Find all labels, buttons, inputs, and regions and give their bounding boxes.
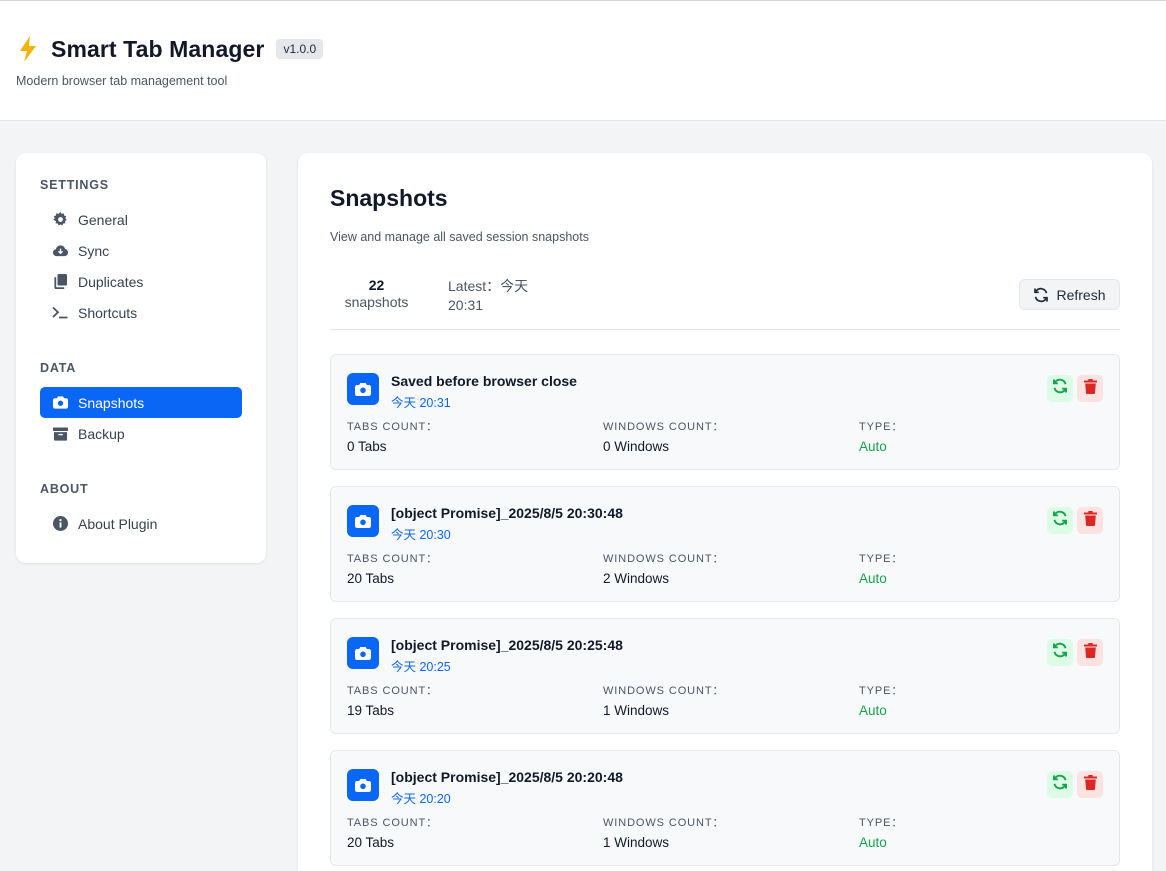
snapshot-type: TYPE： Auto [859, 553, 904, 586]
snapshot-title: [object Promise]_2025/8/5 20:25:48 [391, 637, 623, 653]
windows-count: WINDOWS COUNT： 0 Windows [603, 421, 725, 454]
trash-icon [1083, 642, 1097, 663]
sidebar-item-label: Backup [78, 425, 125, 442]
sidebar-item-label: Sync [78, 242, 110, 259]
sidebar-item-duplicates[interactable]: Duplicates [40, 266, 242, 297]
refresh-icon [1033, 287, 1049, 303]
camera-icon [52, 395, 68, 411]
snapshot-type: TYPE： Auto [859, 685, 904, 718]
sidebar-section-data: DATA [40, 361, 77, 375]
lightning-icon [16, 35, 40, 63]
sidebar-item-about-plugin[interactable]: About Plugin [40, 508, 242, 539]
trash-icon [1083, 378, 1097, 399]
page-title: Snapshots [330, 185, 448, 211]
trash-icon [1083, 774, 1097, 795]
sidebar-item-snapshots[interactable]: Snapshots [40, 387, 242, 418]
snapshot-card: Saved before browser close 今天 20:31 TABS… [330, 354, 1120, 470]
info-icon [52, 516, 68, 532]
tabs-count: TABS COUNT： 20 Tabs [347, 817, 438, 850]
terminal-icon [52, 305, 68, 321]
sidebar-item-backup[interactable]: Backup [40, 418, 242, 449]
restore-button[interactable] [1047, 639, 1073, 666]
snapshot-time: 今天 20:30 [391, 528, 451, 542]
camera-icon [347, 373, 379, 405]
snapshot-time: 今天 20:25 [391, 660, 451, 674]
brand: Smart Tab Manager v1.0.0 [16, 35, 324, 63]
gear-icon [52, 212, 68, 228]
restore-button[interactable] [1047, 375, 1073, 402]
snapshot-type: TYPE： Auto [859, 421, 904, 454]
app-title: Smart Tab Manager [51, 35, 265, 62]
app-header: Smart Tab Manager v1.0.0 Modern browser … [0, 0, 1166, 121]
windows-count: WINDOWS COUNT： 2 Windows [603, 553, 725, 586]
snapshot-card: [object Promise]_2025/8/5 20:30:48 今天 20… [330, 486, 1120, 602]
restore-button[interactable] [1047, 507, 1073, 534]
delete-button[interactable] [1077, 375, 1103, 402]
snapshot-card: [object Promise]_2025/8/5 20:20:48 今天 20… [330, 750, 1120, 866]
page-description: View and manage all saved session snapsh… [330, 230, 589, 244]
snapshot-title: [object Promise]_2025/8/5 20:20:48 [391, 769, 623, 785]
cloud-icon [52, 243, 68, 259]
sidebar-item-shortcuts[interactable]: Shortcuts [40, 297, 242, 328]
delete-button[interactable] [1077, 771, 1103, 798]
sidebar-item-general[interactable]: General [40, 204, 242, 235]
snapshot-type: TYPE： Auto [859, 817, 904, 850]
app-subtitle: Modern browser tab management tool [16, 74, 228, 88]
refresh-label: Refresh [1056, 286, 1106, 303]
snapshot-count-label: snapshots [344, 294, 409, 310]
snapshot-card: [object Promise]_2025/8/5 20:25:48 今天 20… [330, 618, 1120, 734]
version-badge: v1.0.0 [276, 39, 324, 59]
sidebar-item-sync[interactable]: Sync [40, 235, 242, 266]
trash-icon [1083, 510, 1097, 531]
refresh-button[interactable]: Refresh [1019, 279, 1120, 310]
windows-count: WINDOWS COUNT： 1 Windows [603, 685, 725, 718]
sidebar-item-label: About Plugin [78, 515, 158, 532]
sidebar-section-settings: SETTINGS [40, 178, 109, 192]
sidebar-section-about: ABOUT [40, 482, 89, 496]
sidebar-item-label: Shortcuts [78, 304, 138, 321]
tabs-count: TABS COUNT： 0 Tabs [347, 421, 438, 454]
restore-icon [1052, 510, 1068, 531]
camera-icon [347, 769, 379, 801]
snapshot-time: 今天 20:20 [391, 792, 451, 806]
divider [330, 329, 1120, 330]
camera-icon [347, 637, 379, 669]
delete-button[interactable] [1077, 639, 1103, 666]
snapshot-count-stat: 22 snapshots [330, 277, 423, 311]
restore-button[interactable] [1047, 771, 1073, 798]
snapshot-title: [object Promise]_2025/8/5 20:30:48 [391, 505, 623, 521]
restore-icon [1052, 378, 1068, 399]
windows-count: WINDOWS COUNT： 1 Windows [603, 817, 725, 850]
sidebar-item-label: Duplicates [78, 273, 144, 290]
copy-icon [52, 274, 68, 290]
sidebar: SETTINGS General Sync Duplicates Shortcu… [16, 153, 266, 563]
restore-icon [1052, 642, 1068, 663]
snapshot-time: 今天 20:31 [391, 396, 451, 410]
latest-snapshot-stat: Latest：今天 20:31 [448, 278, 529, 313]
snapshot-count-value: 22 [368, 277, 385, 293]
restore-icon [1052, 774, 1068, 795]
camera-icon [347, 505, 379, 537]
snapshots-panel: Snapshots View and manage all saved sess… [298, 153, 1152, 871]
sidebar-item-label: General [78, 211, 128, 228]
sidebar-item-label: Snapshots [78, 394, 145, 411]
archive-icon [52, 426, 68, 442]
tabs-count: TABS COUNT： 19 Tabs [347, 685, 438, 718]
snapshot-title: Saved before browser close [391, 373, 577, 389]
delete-button[interactable] [1077, 507, 1103, 534]
tabs-count: TABS COUNT： 20 Tabs [347, 553, 438, 586]
